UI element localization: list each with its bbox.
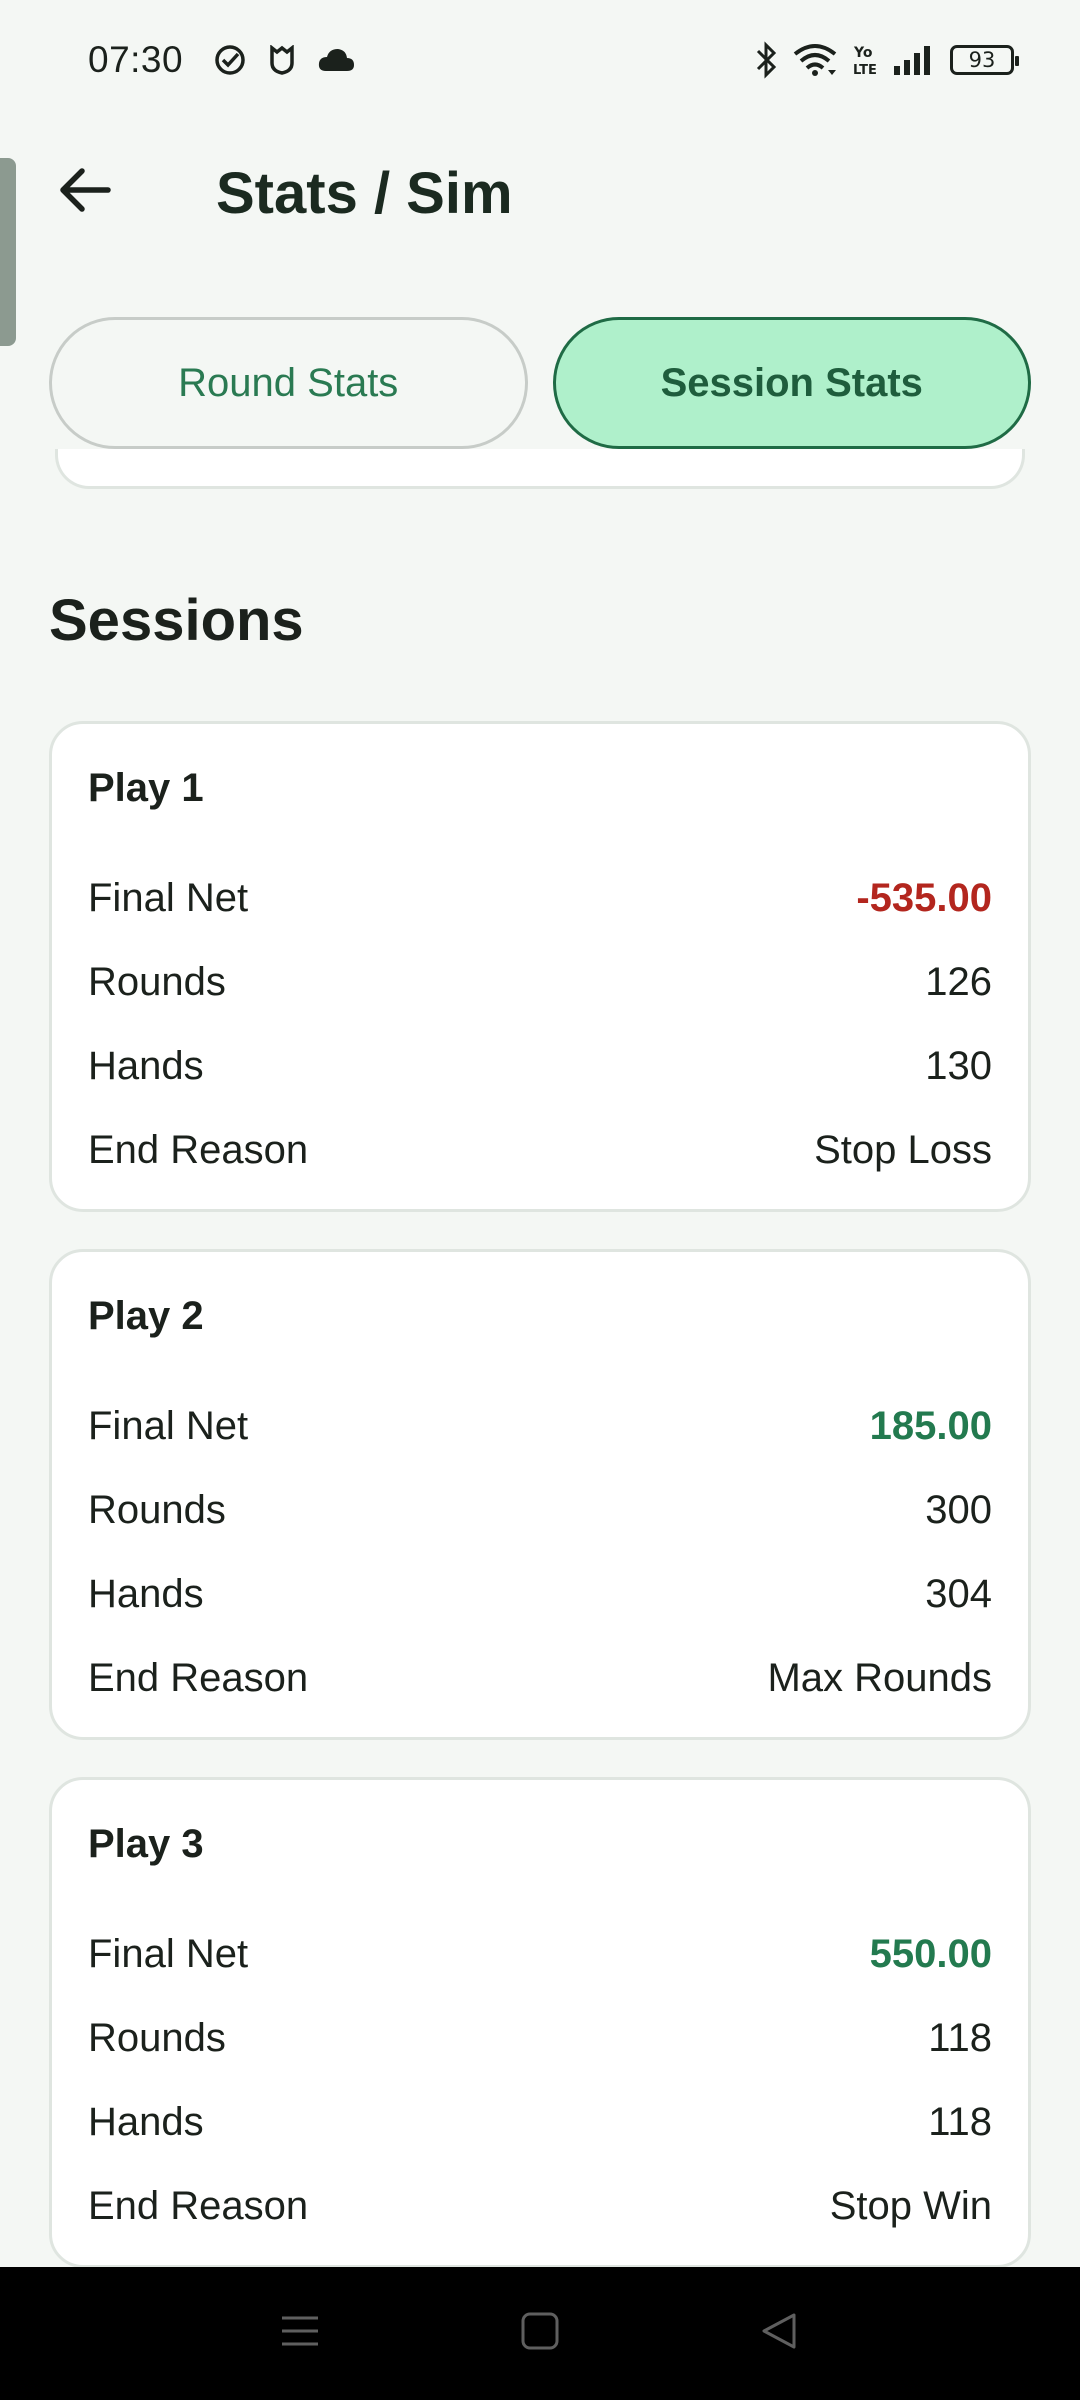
rounds-row: Rounds 300 [88,1468,992,1552]
end-reason-row: End Reason Max Rounds [88,1636,992,1720]
previous-card-edge [55,449,1025,489]
hands-label: Hands [88,1571,204,1616]
app-header: Stats / Sim [0,140,1080,240]
check-circle-icon [213,43,247,77]
session-name: Play 1 [88,766,204,810]
back-triangle-icon [760,2311,800,2356]
rounds-value: 118 [928,2015,992,2060]
svg-text:Yo: Yo [853,45,873,61]
status-time: 07:30 [88,39,184,80]
tab-session-stats[interactable]: Session Stats [552,317,1031,449]
end-reason-value: Stop Win [829,2183,992,2228]
shield-icon [269,45,295,75]
final-net-row: Final Net 550.00 [88,1912,992,1996]
status-left: 07:30 [88,39,355,81]
final-net-label: Final Net [88,875,249,920]
end-reason-row: End Reason Stop Loss [88,1108,992,1192]
battery-icon: 93 [950,45,1019,75]
hands-row: Hands 304 [88,1552,992,1636]
end-reason-value: Max Rounds [767,1655,992,1700]
status-right: Yo LTE 93 [754,41,1019,79]
volte-icon: Yo LTE [852,42,878,78]
home-icon [520,2311,560,2356]
final-net-value: 185.00 [869,1403,992,1448]
hands-value: 118 [928,2099,992,2144]
session-card: Play 3 Final Net 550.00 Rounds 118 Hands… [49,1777,1031,2267]
end-reason-label: End Reason [88,1127,309,1172]
end-reason-value: Stop Loss [814,1127,992,1172]
final-net-label: Final Net [88,1931,249,1976]
rounds-row: Rounds 118 [88,1996,992,2080]
rounds-label: Rounds [88,1487,226,1532]
session-name: Play 3 [88,1822,204,1866]
session-card: Play 1 Final Net -535.00 Rounds 126 Hand… [49,721,1031,1212]
final-net-label: Final Net [88,1403,249,1448]
system-nav-bar [0,2267,1080,2400]
end-reason-label: End Reason [88,1655,309,1700]
page-title: Stats / Sim [216,161,513,226]
hands-label: Hands [88,2099,204,2144]
stats-tabs: Round Stats Session Stats [49,317,1031,449]
rounds-row: Rounds 126 [88,940,992,1024]
rounds-label: Rounds [88,2015,226,2060]
rounds-value: 126 [925,959,992,1004]
tab-round-stats[interactable]: Round Stats [49,317,528,449]
rounds-value: 300 [925,1487,992,1532]
rounds-label: Rounds [88,959,226,1004]
signal-icon [892,44,936,76]
session-card: Play 2 Final Net 185.00 Rounds 300 Hands… [49,1249,1031,1740]
menu-icon [280,2314,320,2353]
wifi-icon [792,42,838,78]
bluetooth-icon [754,41,778,79]
home-button[interactable] [510,2304,570,2364]
section-title: Sessions [49,588,304,653]
cloud-icon [317,47,355,73]
session-name: Play 2 [88,1294,204,1338]
end-reason-label: End Reason [88,2183,309,2228]
sessions-scroll-area[interactable]: Sessions Play 1 Final Net -535.00 Rounds… [0,449,1080,2267]
arrow-left-icon [58,166,112,219]
final-net-value: -535.00 [856,875,992,920]
end-reason-row: End Reason Stop Win [88,2164,992,2248]
final-net-row: Final Net 185.00 [88,1384,992,1468]
final-net-value: 550.00 [869,1931,992,1976]
status-bar: 07:30 Yo LTE 93 [0,0,1080,120]
hands-label: Hands [88,1043,204,1088]
hands-row: Hands 118 [88,2080,992,2164]
hands-row: Hands 130 [88,1024,992,1108]
svg-text:LTE: LTE [853,63,877,78]
back-button[interactable] [50,162,120,222]
hands-value: 130 [925,1043,992,1088]
recents-button[interactable] [270,2304,330,2364]
hands-value: 304 [925,1571,992,1616]
final-net-row: Final Net -535.00 [88,856,992,940]
back-nav-button[interactable] [750,2304,810,2364]
